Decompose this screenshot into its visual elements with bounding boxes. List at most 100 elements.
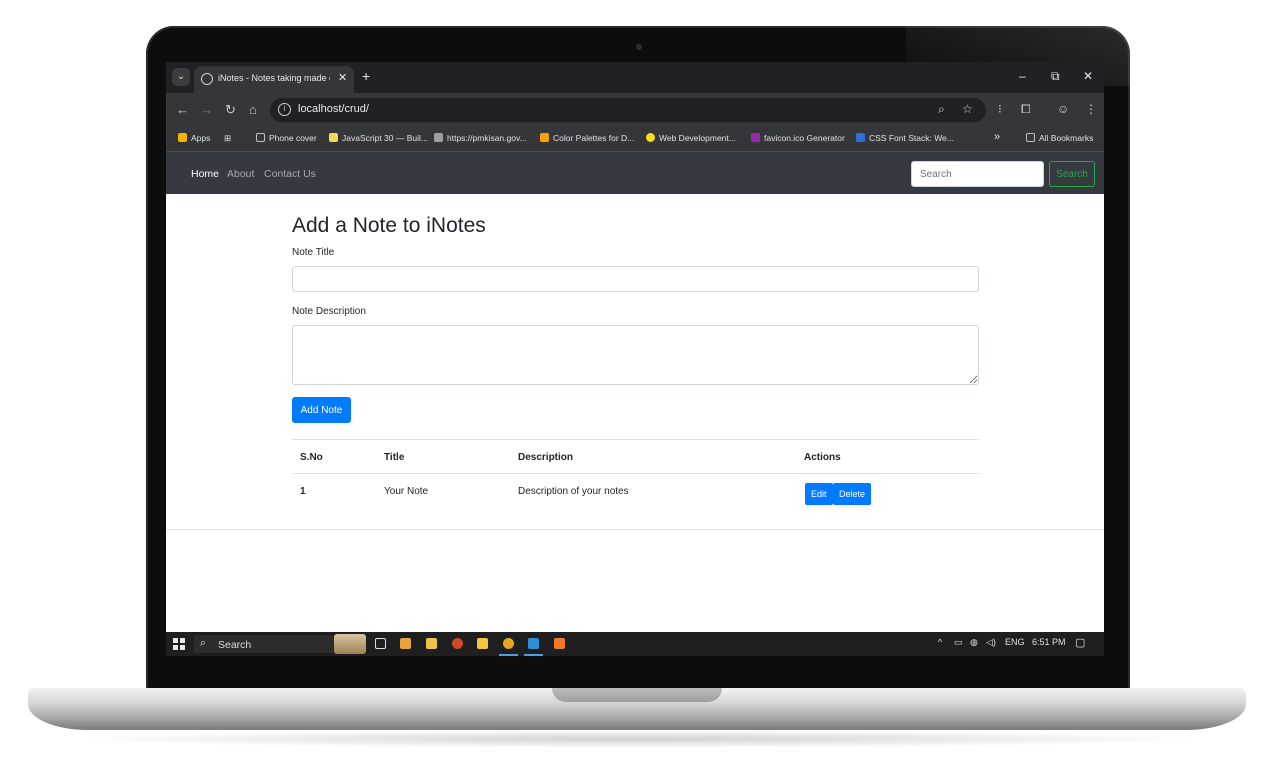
tab-close-icon[interactable]: ✕ bbox=[338, 71, 347, 84]
js30-icon bbox=[329, 133, 338, 142]
bookmark-apps[interactable]: Apps bbox=[178, 133, 210, 143]
vscode-icon[interactable] bbox=[528, 638, 539, 649]
volume-icon[interactable]: ◁) bbox=[986, 637, 996, 648]
palette-icon bbox=[540, 133, 549, 142]
extension-pin-icon[interactable]: ⁝ bbox=[998, 102, 1002, 116]
screen: ⌄ iNotes - Notes taking made easy ✕ + – … bbox=[166, 62, 1104, 656]
row-title: Your Note bbox=[384, 486, 429, 497]
globe-icon bbox=[201, 73, 213, 85]
address-bar[interactable]: i localhost/crud/ ⌕ ☆ bbox=[270, 98, 986, 122]
language-indicator[interactable]: ENG bbox=[1005, 637, 1025, 647]
nav-home[interactable]: Home bbox=[191, 168, 219, 180]
laptop-notch bbox=[552, 688, 722, 702]
bookmark-color-palettes[interactable]: Color Palettes for D... bbox=[540, 133, 634, 143]
browser-tab-bar: ⌄ iNotes - Notes taking made easy ✕ + – … bbox=[166, 62, 1104, 93]
bookmark-phone-cover[interactable]: Phone cover bbox=[256, 133, 317, 143]
favicon-icon bbox=[751, 133, 760, 142]
bookmark-label: CSS Font Stack: We... bbox=[869, 133, 954, 143]
bookmark-pmkisan[interactable]: https://pmkisan.gov... bbox=[434, 133, 527, 143]
bookmarks-bar: Apps ⊞ Phone cover JavaScript 30 — Buil.… bbox=[166, 127, 1104, 152]
profile-avatar-icon[interactable]: ☺ bbox=[1057, 102, 1069, 116]
windows-start-icon[interactable] bbox=[173, 638, 185, 650]
active-app-indicator bbox=[499, 654, 518, 656]
bookmark-label: Apps bbox=[191, 133, 211, 143]
reload-icon[interactable]: ↻ bbox=[225, 102, 236, 118]
folder-icon bbox=[256, 133, 265, 142]
taskbar-search-label: Search bbox=[218, 639, 252, 651]
network-icon[interactable]: ◍ bbox=[970, 637, 978, 648]
all-bookmarks[interactable]: All Bookmarks bbox=[1026, 133, 1093, 143]
note-description-label: Note Description bbox=[292, 306, 366, 317]
header-description: Description bbox=[518, 452, 574, 463]
active-app-indicator bbox=[524, 654, 543, 656]
bookmark-label: https://pmkisan.gov... bbox=[447, 133, 527, 143]
clock[interactable]: 6:51 PM bbox=[1032, 637, 1066, 647]
close-window-icon[interactable]: ✕ bbox=[1083, 69, 1093, 83]
add-note-button[interactable]: Add Note bbox=[292, 397, 351, 423]
page-content: Add a Note to iNotes Note Title Note Des… bbox=[166, 194, 1104, 656]
search-input[interactable] bbox=[911, 161, 1044, 187]
bookmark-javascript30[interactable]: JavaScript 30 — Buil... bbox=[329, 133, 428, 143]
tab-search-chevron-icon[interactable]: ⌄ bbox=[172, 68, 190, 86]
bookmark-label: Color Palettes for D... bbox=[553, 133, 635, 143]
note-description-textarea[interactable] bbox=[292, 325, 979, 385]
site-navbar: Home About Contact Us Search bbox=[166, 152, 1104, 194]
zoom-icon[interactable]: ⌕ bbox=[938, 102, 945, 117]
home-icon[interactable]: ⌂ bbox=[249, 102, 257, 117]
laptop-shadow bbox=[60, 730, 1214, 748]
header-sno: S.No bbox=[300, 452, 323, 463]
note-title-input[interactable] bbox=[292, 266, 979, 292]
url-text[interactable]: localhost/crud/ bbox=[298, 103, 369, 115]
header-title: Title bbox=[384, 452, 405, 463]
bookmark-star-icon[interactable]: ☆ bbox=[962, 102, 973, 116]
nav-about[interactable]: About bbox=[227, 168, 254, 180]
css-icon bbox=[856, 133, 865, 142]
xampp-icon[interactable] bbox=[554, 638, 565, 649]
tab-groups-icon[interactable]: ⊞ bbox=[224, 133, 231, 144]
battery-icon[interactable]: ▭ bbox=[954, 637, 963, 648]
web-icon bbox=[646, 133, 655, 142]
site-icon bbox=[434, 133, 443, 142]
restore-icon[interactable]: ⧉ bbox=[1051, 69, 1060, 84]
nav-contact-us[interactable]: Contact Us bbox=[264, 168, 316, 180]
bookmark-favicon-generator[interactable]: favicon.ico Generator bbox=[751, 133, 845, 143]
taskbar-search[interactable]: ⌕ Search bbox=[194, 635, 334, 653]
delete-button[interactable]: Delete bbox=[833, 483, 872, 505]
minimize-icon[interactable]: – bbox=[1019, 69, 1026, 83]
page-title: Add a Note to iNotes bbox=[292, 214, 486, 237]
table-header-border bbox=[292, 473, 979, 474]
forward-arrow-icon[interactable]: → bbox=[200, 102, 213, 117]
notifications-icon[interactable]: ▢ bbox=[1075, 636, 1085, 649]
windows-taskbar: ⌕ Search ^ ▭ ◍ ◁) ENG 6:51 PM ▢ bbox=[166, 632, 1104, 656]
browser-toolbar: ← → ↻ ⌂ i localhost/crud/ ⌕ ☆ ⁝ ⧠ ☺ ⋮ bbox=[166, 93, 1104, 127]
task-view-icon[interactable] bbox=[375, 638, 386, 649]
store-icon[interactable] bbox=[426, 638, 437, 649]
search-highlight-image[interactable] bbox=[334, 634, 366, 654]
site-info-icon[interactable]: i bbox=[278, 103, 291, 116]
powerpoint-icon[interactable] bbox=[452, 638, 463, 649]
menu-kebab-icon[interactable]: ⋮ bbox=[1085, 102, 1097, 116]
bookmark-label: JavaScript 30 — Buil... bbox=[342, 133, 428, 143]
browser-tab[interactable]: iNotes - Notes taking made easy ✕ bbox=[194, 66, 354, 93]
all-bookmarks-label: All Bookmarks bbox=[1039, 133, 1094, 143]
chevron-up-icon[interactable]: ^ bbox=[938, 637, 942, 647]
bookmark-label: favicon.ico Generator bbox=[764, 133, 845, 143]
chrome-icon[interactable] bbox=[503, 638, 514, 649]
search-button[interactable]: Search bbox=[1049, 161, 1095, 187]
laptop-mockup: ⌄ iNotes - Notes taking made easy ✕ + – … bbox=[0, 0, 1274, 765]
back-arrow-icon[interactable]: ← bbox=[176, 102, 189, 117]
new-tab-icon[interactable]: + bbox=[362, 68, 370, 84]
apps-grid-icon bbox=[178, 133, 187, 142]
folder-icon bbox=[1026, 133, 1035, 142]
bookmarks-overflow-icon[interactable]: » bbox=[994, 131, 1000, 143]
webcam-icon bbox=[636, 44, 642, 50]
extensions-puzzle-icon[interactable]: ⧠ bbox=[1021, 102, 1031, 117]
row-description: Description of your notes bbox=[518, 486, 629, 497]
bookmark-web-development[interactable]: Web Development... bbox=[646, 133, 736, 143]
copilot-icon[interactable] bbox=[400, 638, 411, 649]
file-explorer-icon[interactable] bbox=[477, 638, 488, 649]
bookmark-label: Phone cover bbox=[269, 133, 317, 143]
edit-button[interactable]: Edit bbox=[805, 483, 833, 505]
bookmark-css-font-stack[interactable]: CSS Font Stack: We... bbox=[856, 133, 954, 143]
bookmark-label: Web Development... bbox=[659, 133, 736, 143]
